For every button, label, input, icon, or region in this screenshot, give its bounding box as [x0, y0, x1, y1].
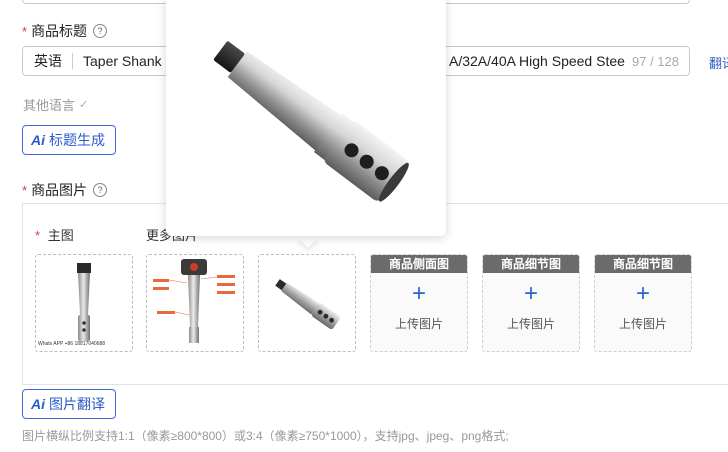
tool-shank-preview-image — [213, 41, 409, 202]
required-mark: * — [22, 182, 28, 198]
main-image-thumbnail[interactable]: Whats APP +86 18817040688 — [35, 254, 133, 352]
images-label-text: 商品图片 — [31, 182, 88, 198]
upload-slot-detail-1[interactable]: 商品细节图 + 上传图片 — [482, 254, 580, 352]
image-format-hint: 图片横纵比例支持1:1（像素≥800*800）或3:4（像素≥750*1000）… — [22, 429, 509, 443]
more-image-thumbnail-2[interactable] — [258, 254, 356, 352]
images-field-label: * 商品图片 ? — [22, 180, 108, 200]
annotated-tool-image — [153, 259, 235, 343]
main-image-label: * 主图 — [35, 225, 74, 244]
upload-text: 上传图片 — [394, 317, 443, 331]
upload-text: 上传图片 — [506, 317, 555, 331]
title-field-label: * 商品标题 ? — [22, 21, 108, 41]
chevron-down-icon: ✓ — [79, 99, 89, 111]
language-tag[interactable]: 英语 — [23, 53, 73, 69]
translate-link[interactable]: 翻译 — [709, 53, 728, 72]
main-image-label-text: 主图 — [47, 228, 74, 243]
watermark-text: Whats APP +86 18817040688 — [38, 341, 106, 347]
image-translate-label: 图片翻译 — [49, 396, 105, 412]
title-value-end: A/32A/40A High Speed Stee — [449, 53, 625, 69]
title-generate-button[interactable]: Ai 标题生成 — [22, 125, 116, 155]
title-generate-label: 标题生成 — [49, 132, 105, 148]
ai-icon: Ai — [31, 132, 45, 148]
plus-icon: + — [635, 280, 650, 307]
slot-header: 商品细节图 — [595, 255, 691, 273]
image-preview-popover — [166, 0, 446, 236]
ai-icon: Ai — [31, 396, 45, 412]
upload-slot-side[interactable]: 商品侧面图 + 上传图片 — [370, 254, 468, 352]
char-counter: 97 / 128 — [632, 53, 679, 69]
image-translate-button[interactable]: Ai 图片翻译 — [22, 389, 116, 419]
other-languages-label: 其他语言 — [23, 98, 76, 113]
plus-icon: + — [411, 280, 426, 307]
upload-slot-detail-2[interactable]: 商品细节图 + 上传图片 — [594, 254, 692, 352]
required-mark: * — [22, 23, 28, 39]
upload-text: 上传图片 — [618, 317, 667, 331]
plus-icon: + — [523, 280, 538, 307]
slot-header: 商品侧面图 — [371, 255, 467, 273]
more-image-thumbnail-1[interactable] — [146, 254, 244, 352]
required-mark: * — [35, 228, 41, 243]
tool-shank-image — [275, 279, 340, 330]
other-languages-toggle[interactable]: 其他语言 ✓ — [23, 95, 88, 114]
slot-header: 商品细节图 — [483, 255, 579, 273]
title-label-text: 商品标题 — [31, 23, 88, 39]
help-icon[interactable]: ? — [93, 24, 108, 38]
tool-shank-image — [77, 263, 91, 341]
help-icon[interactable]: ? — [93, 183, 108, 197]
title-value-start: Taper Shank — [83, 53, 162, 69]
